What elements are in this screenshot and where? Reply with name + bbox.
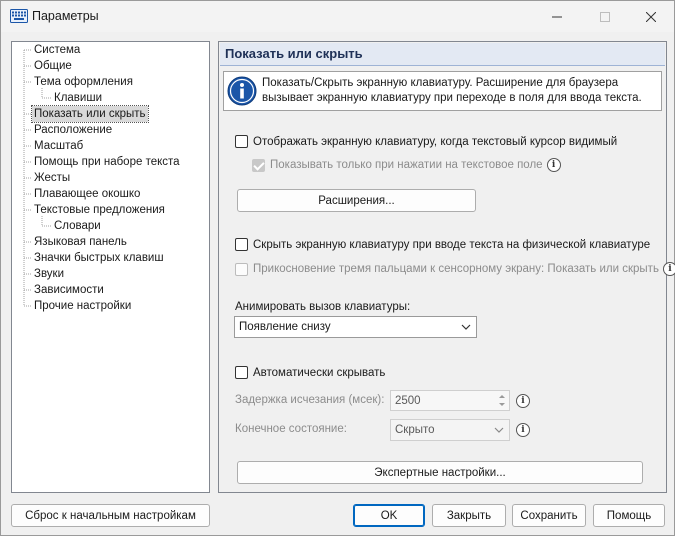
tree-item-zvuki[interactable]: Звуки bbox=[32, 266, 66, 282]
save-button[interactable]: Сохранить bbox=[512, 504, 586, 527]
show-when-cursor-label: Отображать экранную клавиатуру, когда те… bbox=[253, 135, 618, 148]
info-hint-icon[interactable]: i bbox=[516, 423, 530, 437]
tree-item-pokazat-ili-skryt[interactable]: Показать или скрыть bbox=[31, 105, 149, 123]
tree-item-slovari[interactable]: Словари bbox=[52, 218, 103, 234]
minimize-button[interactable] bbox=[534, 1, 580, 32]
ok-button[interactable]: OK bbox=[353, 504, 425, 527]
extensions-button[interactable]: Расширения... bbox=[237, 189, 476, 212]
three-finger-touch-label: Прикосновение тремя пальцами к сенсорном… bbox=[253, 263, 659, 275]
maximize-button[interactable] bbox=[582, 1, 628, 32]
info-line-2: вызывает экранную клавиатуру при переход… bbox=[262, 92, 642, 104]
tree-item-tekstovye[interactable]: Текстовые предложения bbox=[32, 202, 167, 218]
info-box: Показать/Скрыть экранную клавиатуру. Рас… bbox=[223, 71, 662, 111]
show-when-cursor-checkbox[interactable]: Отображать экранную клавиатуру, когда те… bbox=[235, 135, 617, 148]
fade-delay-label: Задержка исчезания (мсек): bbox=[235, 394, 385, 406]
info-line-1: Показать/Скрыть экранную клавиатуру. Рас… bbox=[262, 77, 619, 89]
window-title: Параметры bbox=[32, 9, 99, 23]
spinner-arrows-icon[interactable] bbox=[496, 392, 508, 409]
animate-select-value: Появление снизу bbox=[239, 321, 331, 333]
tree-item-pomoshch-nabor[interactable]: Помощь при наборе текста bbox=[32, 154, 182, 170]
settings-tree: Система Общие Тема оформления Клавиши По… bbox=[11, 41, 210, 493]
auto-hide-label: Автоматически скрывать bbox=[253, 366, 386, 379]
tree-item-tema[interactable]: Тема оформления bbox=[32, 74, 135, 90]
tree-item-prochie[interactable]: Прочие настройки bbox=[32, 298, 133, 314]
maximize-icon bbox=[600, 11, 610, 22]
tree-item-znachki[interactable]: Значки быстрых клавиш bbox=[32, 250, 166, 266]
minimize-icon bbox=[552, 16, 562, 17]
tree-item-plavayushchee[interactable]: Плавающее окошко bbox=[32, 186, 142, 202]
checkbox-box[interactable] bbox=[235, 366, 248, 379]
checkbox-box[interactable] bbox=[235, 238, 248, 251]
hide-on-physical-checkbox[interactable]: Скрыть экранную клавиатуру при вводе тек… bbox=[235, 238, 650, 251]
three-finger-touch-checkbox[interactable]: Прикосновение тремя пальцами к сенсорном… bbox=[235, 262, 675, 276]
info-icon bbox=[227, 76, 257, 106]
show-only-on-tap-checkbox[interactable]: Показывать только при нажатии на текстов… bbox=[252, 158, 561, 172]
checkbox-box[interactable] bbox=[235, 262, 248, 276]
tree-item-raspolozhenie[interactable]: Расположение bbox=[32, 122, 114, 138]
help-button[interactable]: Помощь bbox=[593, 504, 665, 527]
info-hint-icon[interactable]: i bbox=[662, 262, 675, 276]
close-button[interactable]: Закрыть bbox=[432, 504, 506, 527]
tree-item-masshtab[interactable]: Масштаб bbox=[32, 138, 85, 154]
tree-item-obshchie[interactable]: Общие bbox=[32, 58, 74, 74]
checkbox-box[interactable] bbox=[235, 135, 248, 148]
fade-delay-spinner[interactable]: 2500 bbox=[390, 390, 510, 411]
chevron-down-icon bbox=[494, 427, 504, 433]
final-state-label: Конечное состояние: bbox=[235, 423, 347, 435]
tree-item-klavishi[interactable]: Клавиши bbox=[52, 90, 104, 106]
keyboard-icon bbox=[10, 9, 28, 23]
info-hint-icon[interactable]: i bbox=[516, 394, 530, 408]
show-only-on-tap-label: Показывать только при нажатии на текстов… bbox=[270, 159, 543, 171]
tree-item-yazykovaya[interactable]: Языковая панель bbox=[32, 234, 129, 250]
close-window-button[interactable] bbox=[628, 1, 674, 32]
animate-select[interactable]: Появление снизу bbox=[234, 316, 477, 338]
panel-header: Показать или скрыть bbox=[220, 43, 665, 66]
final-state-select[interactable]: Скрыто bbox=[390, 419, 510, 441]
animate-label: Анимировать вызов клавиатуры: bbox=[235, 301, 411, 313]
info-hint-icon[interactable]: i bbox=[546, 158, 561, 172]
reset-defaults-button[interactable]: Сброс к начальным настройкам bbox=[11, 504, 210, 527]
title-bar: Параметры bbox=[1, 1, 674, 32]
expert-settings-button[interactable]: Экспертные настройки... bbox=[237, 461, 643, 484]
panel-title: Показать или скрыть bbox=[225, 46, 363, 61]
tree-item-sistema[interactable]: Система bbox=[32, 42, 82, 58]
final-state-value: Скрыто bbox=[395, 424, 435, 436]
fade-delay-value: 2500 bbox=[395, 394, 421, 407]
checkbox-box[interactable] bbox=[252, 158, 265, 172]
settings-window: Параметры Система Общие Тема оформления … bbox=[0, 0, 675, 536]
tree-item-zavisimosti[interactable]: Зависимости bbox=[32, 282, 106, 298]
chevron-down-icon bbox=[461, 324, 471, 330]
tree-item-zhesty[interactable]: Жесты bbox=[32, 170, 72, 186]
settings-panel: Показать или скрыть Показать/Скрыть экра… bbox=[218, 41, 675, 493]
auto-hide-checkbox[interactable]: Автоматически скрывать bbox=[235, 366, 385, 379]
info-text: Показать/Скрыть экранную клавиатуру. Рас… bbox=[262, 76, 642, 106]
close-icon bbox=[646, 11, 656, 22]
hide-on-physical-label: Скрыть экранную клавиатуру при вводе тек… bbox=[253, 238, 651, 251]
